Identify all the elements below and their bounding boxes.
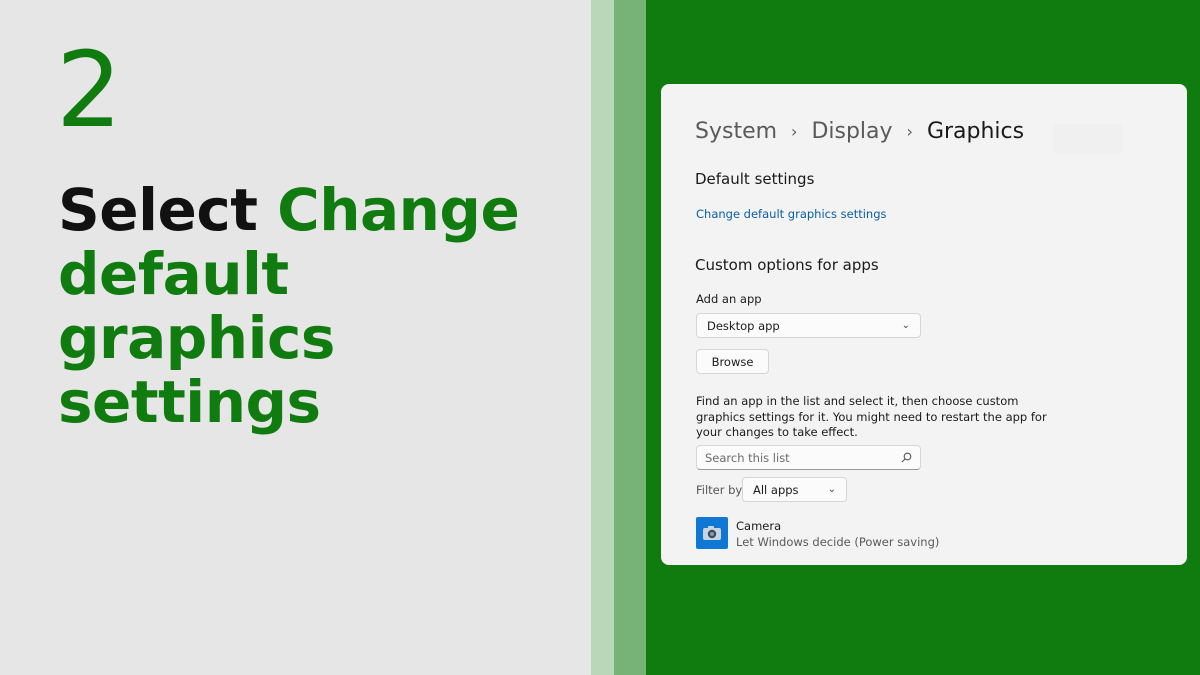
- instruction-panel: 2 Select Change default graphics setting…: [0, 0, 591, 675]
- change-default-graphics-link[interactable]: Change default graphics settings: [696, 207, 887, 221]
- decorative-stripe-light: [591, 0, 614, 675]
- headline-verb: Select: [58, 176, 258, 244]
- app-type-dropdown[interactable]: Desktop app ⌄: [696, 313, 921, 338]
- default-settings-heading: Default settings: [695, 170, 815, 188]
- chevron-right-icon: ›: [906, 121, 913, 141]
- chevron-down-icon: ⌄: [827, 484, 836, 495]
- app-status-camera: Let Windows decide (Power saving): [736, 535, 940, 549]
- app-type-selected: Desktop app: [707, 318, 780, 333]
- settings-window: System › Display › Graphics Default sett…: [661, 84, 1187, 565]
- app-name-camera[interactable]: Camera: [736, 519, 781, 533]
- title-bar-placeholder: [1053, 124, 1123, 154]
- instruction-headline: Select Change default graphics settings: [58, 178, 578, 434]
- breadcrumb-system[interactable]: System: [695, 119, 777, 144]
- search-input[interactable]: [705, 450, 901, 465]
- search-icon: [901, 452, 912, 463]
- browse-button-label: Browse: [711, 354, 754, 369]
- chevron-right-icon: ›: [791, 121, 798, 141]
- step-number: 2: [56, 29, 123, 151]
- custom-options-heading: Custom options for apps: [695, 256, 879, 274]
- decorative-stripe-mid: [614, 0, 646, 675]
- search-field[interactable]: [696, 445, 921, 470]
- add-app-label: Add an app: [696, 292, 762, 306]
- filter-selected: All apps: [753, 482, 799, 497]
- browse-button[interactable]: Browse: [696, 349, 769, 374]
- filter-dropdown[interactable]: All apps ⌄: [742, 477, 847, 502]
- breadcrumb-display[interactable]: Display: [811, 119, 892, 144]
- breadcrumb: System › Display › Graphics: [695, 116, 1024, 146]
- chevron-down-icon: ⌄: [901, 320, 910, 331]
- filter-label: Filter by:: [696, 483, 746, 497]
- breadcrumb-graphics: Graphics: [926, 118, 1025, 144]
- camera-icon[interactable]: [696, 517, 728, 549]
- instructions-text: Find an app in the list and select it, t…: [696, 394, 1047, 439]
